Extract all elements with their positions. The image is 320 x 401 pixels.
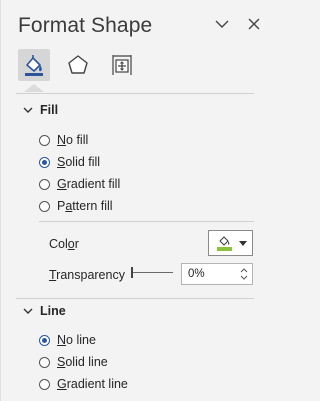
gradient-line-radio[interactable] xyxy=(39,378,50,390)
effects-tab[interactable] xyxy=(62,49,94,81)
task-pane-options-button[interactable] xyxy=(213,15,231,33)
close-icon xyxy=(248,18,260,30)
gradient-fill-label: Gradient fill xyxy=(57,177,121,191)
format-tabs xyxy=(18,49,150,87)
fill-color-button[interactable] xyxy=(208,230,253,256)
tabs-divider xyxy=(16,93,254,94)
no-line-label: No line xyxy=(57,333,96,347)
solid-line-radio[interactable] xyxy=(39,356,50,368)
pattern-fill-label: Pattern fill xyxy=(57,199,113,213)
color-swatch xyxy=(217,247,232,251)
no-line-option[interactable]: No line xyxy=(39,333,96,347)
line-section-header[interactable]: Line xyxy=(21,304,66,318)
section-divider xyxy=(16,298,254,299)
size-properties-icon xyxy=(112,55,132,75)
paint-bucket-icon xyxy=(25,55,43,76)
no-fill-option[interactable]: No fill xyxy=(39,133,88,147)
paint-bucket-icon xyxy=(219,236,230,246)
color-label: Color xyxy=(49,237,79,251)
pattern-fill-radio[interactable] xyxy=(39,200,50,212)
chevron-down-icon xyxy=(215,20,229,28)
no-fill-label: No fill xyxy=(57,133,89,147)
transparency-label: Transparency xyxy=(49,268,125,282)
solid-fill-option[interactable]: Solid fill xyxy=(39,155,100,169)
transparency-spinbox[interactable]: 0% xyxy=(181,263,253,285)
solid-line-label: Solid line xyxy=(57,355,108,369)
dropdown-arrow-icon xyxy=(239,241,247,246)
solid-fill-label: Solid fill xyxy=(57,155,101,169)
transparency-slider-track[interactable] xyxy=(131,272,173,273)
solid-fill-radio[interactable] xyxy=(39,156,50,168)
line-heading: Line xyxy=(40,304,66,318)
fill-heading: Fill xyxy=(40,103,59,117)
gradient-fill-radio[interactable] xyxy=(39,178,50,190)
spin-arrows-icon[interactable] xyxy=(238,265,250,283)
gradient-line-option[interactable]: Gradient line xyxy=(39,377,128,391)
pattern-fill-option[interactable]: Pattern fill xyxy=(39,199,113,213)
no-line-radio[interactable] xyxy=(39,334,50,346)
format-shape-pane: Format Shape Fill No fill Solid fill Gra… xyxy=(0,0,268,401)
fill-section-header[interactable]: Fill xyxy=(21,103,58,117)
collapse-chevron-icon xyxy=(21,103,35,117)
size-properties-tab[interactable] xyxy=(106,49,138,81)
close-button[interactable] xyxy=(245,15,263,33)
solid-line-option[interactable]: Solid line xyxy=(39,355,108,369)
gradient-fill-option[interactable]: Gradient fill xyxy=(39,177,120,191)
transparency-slider-thumb[interactable] xyxy=(131,267,133,278)
gradient-line-label: Gradient line xyxy=(57,377,128,391)
collapse-chevron-icon xyxy=(21,304,35,318)
no-fill-radio[interactable] xyxy=(39,134,50,146)
fill-options-divider xyxy=(39,221,254,222)
transparency-value: 0% xyxy=(188,268,205,280)
fill-line-tab[interactable] xyxy=(18,49,50,81)
pentagon-icon xyxy=(68,55,88,74)
pane-title: Format Shape xyxy=(18,14,153,37)
